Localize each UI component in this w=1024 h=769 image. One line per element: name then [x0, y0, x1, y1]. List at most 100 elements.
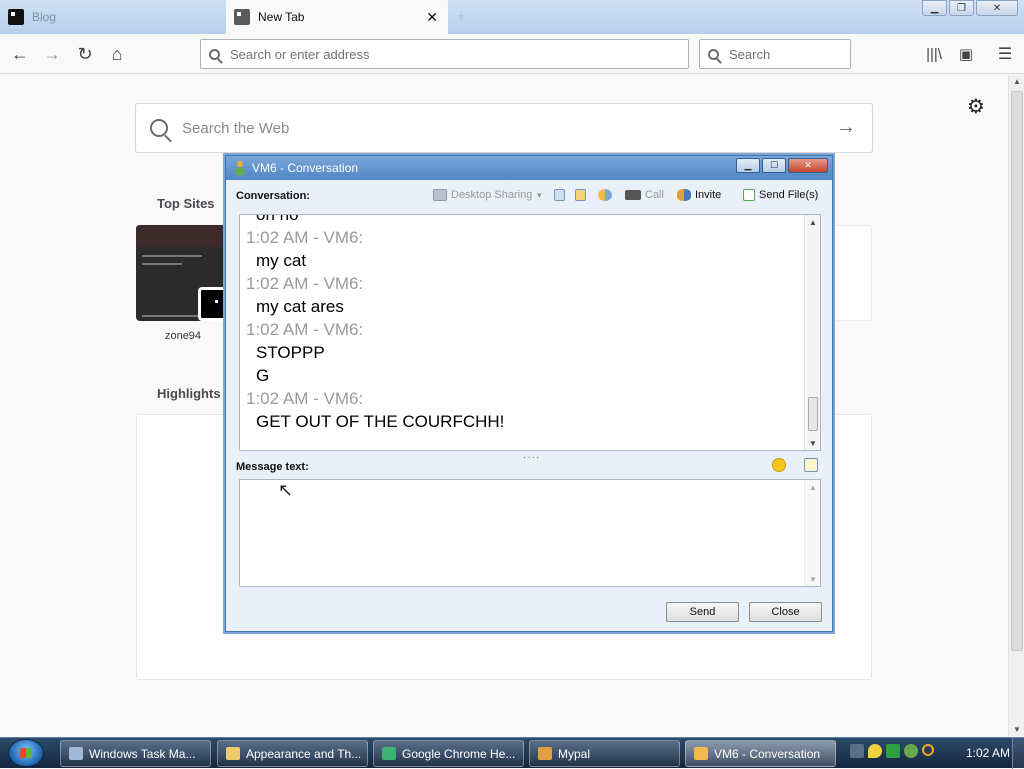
newtab-favicon-icon: [234, 9, 250, 25]
message-list: oh no 1:02 AM - VM6: my cat 1:02 AM - VM6: m…: [240, 214, 806, 433]
tab-new-tab[interactable]: New Tab ✕: [226, 0, 448, 34]
message-text: G: [256, 366, 270, 385]
show-desktop-button[interactable]: [1012, 738, 1024, 769]
window-controls: ▁ ❐ ✕: [922, 0, 1018, 16]
message-timestamp: 1:02 AM - VM6:: [246, 228, 364, 247]
invite-button[interactable]: Invite: [677, 189, 721, 201]
message-text: oh no: [256, 214, 299, 224]
scroll-down-icon[interactable]: ▼: [1013, 725, 1021, 734]
taskbar-item[interactable]: Mypal: [529, 740, 680, 767]
top-site-card[interactable]: [829, 225, 872, 321]
tab-label: Blog: [32, 10, 57, 24]
close-window-button[interactable]: ✕: [976, 0, 1018, 16]
minimize-window-button[interactable]: ▁: [922, 0, 947, 16]
search-tray-icon[interactable]: [922, 744, 934, 756]
scroll-down-icon[interactable]: ▼: [809, 575, 817, 584]
contact-icon: [234, 161, 246, 175]
message-text: my cat: [256, 251, 307, 270]
highlights-title: Highlights: [157, 386, 221, 401]
input-scrollbar[interactable]: ▲ ▼: [804, 480, 820, 586]
taskbar-item-label: Appearance and Th...: [246, 746, 362, 761]
start-button[interactable]: [8, 739, 44, 767]
scroll-up-icon[interactable]: ▲: [809, 218, 817, 227]
search-bar[interactable]: Search: [699, 39, 851, 69]
history-scrollbar-thumb[interactable]: [808, 397, 818, 431]
forward-arrow-icon[interactable]: →: [40, 42, 64, 66]
message-timestamp: 1:02 AM - VM6:: [246, 320, 364, 339]
participants-button[interactable]: [598, 189, 616, 201]
scroll-up-icon[interactable]: ▲: [809, 483, 817, 492]
clock[interactable]: 1:02 AM: [966, 746, 1010, 760]
navigation-toolbar: ← → ↻ ⌂ Search or enter address Search |…: [0, 34, 1024, 74]
chat-maximize-button[interactable]: ☐: [762, 158, 786, 173]
thumbnail-line: [142, 255, 202, 257]
pane-splitter-handle[interactable]: ····: [523, 452, 540, 463]
new-tab-plus-icon[interactable]: +: [456, 6, 467, 27]
top-site-label[interactable]: zone94: [140, 330, 226, 342]
conversation-titlebar[interactable]: VM6 - Conversation ▁ ☐ ✕: [226, 156, 832, 180]
web-search-icon: [150, 119, 168, 137]
close-button[interactable]: Close: [749, 602, 822, 622]
back-arrow-icon[interactable]: ←: [8, 42, 32, 66]
window-title: VM6 - Conversation: [252, 161, 359, 175]
notes-button[interactable]: [554, 189, 569, 201]
taskbar: Windows Task Ma... Appearance and Th... Go…: [0, 737, 1024, 769]
system-tray: [850, 744, 934, 758]
green-app-icon[interactable]: [886, 744, 900, 758]
home-icon[interactable]: ⌂: [105, 42, 129, 66]
taskbar-item[interactable]: Google Chrome He...: [373, 740, 524, 767]
chevron-down-icon: ▼: [535, 190, 544, 200]
url-search-icon: [209, 48, 220, 60]
taskbar-item[interactable]: Appearance and Th...: [217, 740, 368, 767]
hamburger-menu-icon[interactable]: ☰: [993, 42, 1017, 66]
page-scrollbar[interactable]: ▲ ▼: [1008, 75, 1024, 736]
scrollbar-thumb[interactable]: [1011, 91, 1023, 651]
message-input[interactable]: ↖ ▲ ▼: [239, 479, 821, 587]
send-button[interactable]: Send: [666, 602, 739, 622]
taskbar-item[interactable]: Windows Task Ma...: [60, 740, 211, 767]
format-button[interactable]: [804, 458, 822, 475]
blog-favicon-icon: [8, 9, 24, 25]
gear-icon[interactable]: ⚙: [967, 94, 985, 119]
contact-card-icon: [575, 189, 586, 201]
chat-toolbar: Conversation: Desktop Sharing ▼ Call Inv…: [226, 182, 832, 210]
send-file-icon: [743, 189, 755, 201]
people-icon: [598, 189, 612, 201]
url-bar[interactable]: Search or enter address: [200, 39, 689, 69]
web-search-box[interactable]: Search the Web →: [135, 103, 873, 153]
scroll-down-icon[interactable]: ▼: [809, 439, 817, 448]
send-files-label: Send File(s): [759, 189, 819, 201]
app-icon: [382, 747, 396, 760]
search-go-arrow-icon[interactable]: →: [836, 116, 856, 139]
note-edit-icon: [804, 458, 818, 472]
chat-close-button[interactable]: ✕: [788, 158, 828, 173]
scroll-up-icon[interactable]: ▲: [1013, 77, 1021, 86]
taskbar-item-label: Mypal: [558, 746, 591, 761]
reload-icon[interactable]: ↻: [73, 42, 97, 66]
invite-label: Invite: [695, 189, 722, 201]
web-search-placeholder: Search the Web: [182, 119, 290, 137]
call-button[interactable]: Call: [625, 189, 664, 201]
taskbar-item[interactable]: VM6 - Conversation: [685, 740, 836, 767]
history-scrollbar[interactable]: ▲ ▼: [804, 215, 820, 450]
network-icon[interactable]: [904, 744, 918, 758]
send-files-button[interactable]: Send File(s): [743, 189, 818, 201]
message-text: my cat ares: [256, 297, 344, 316]
conversation-history[interactable]: oh no 1:02 AM - VM6: my cat 1:02 AM - VM6: m…: [239, 214, 821, 451]
tab-blog[interactable]: Blog: [0, 0, 224, 34]
contact-info-button[interactable]: [575, 189, 590, 201]
message-timestamp: 1:02 AM - VM6:: [246, 274, 364, 293]
camera-icon: [625, 190, 641, 200]
conversation-label: Conversation:: [236, 190, 310, 202]
close-tab-icon[interactable]: ✕: [426, 9, 438, 26]
emoticon-button[interactable]: [772, 458, 790, 475]
message-timestamp: 1:02 AM - VM6:: [246, 389, 364, 408]
sidebar-toggle-icon[interactable]: ▣: [954, 42, 978, 66]
library-icon[interactable]: |||\: [922, 42, 946, 66]
restore-window-button[interactable]: ❐: [949, 0, 974, 16]
chat-bubble-icon[interactable]: [868, 744, 882, 758]
taskbar-item-label: Google Chrome He...: [402, 746, 516, 761]
desktop-sharing-button[interactable]: Desktop Sharing ▼: [433, 189, 543, 201]
keyboard-icon[interactable]: [850, 744, 864, 758]
chat-minimize-button[interactable]: ▁: [736, 158, 760, 173]
